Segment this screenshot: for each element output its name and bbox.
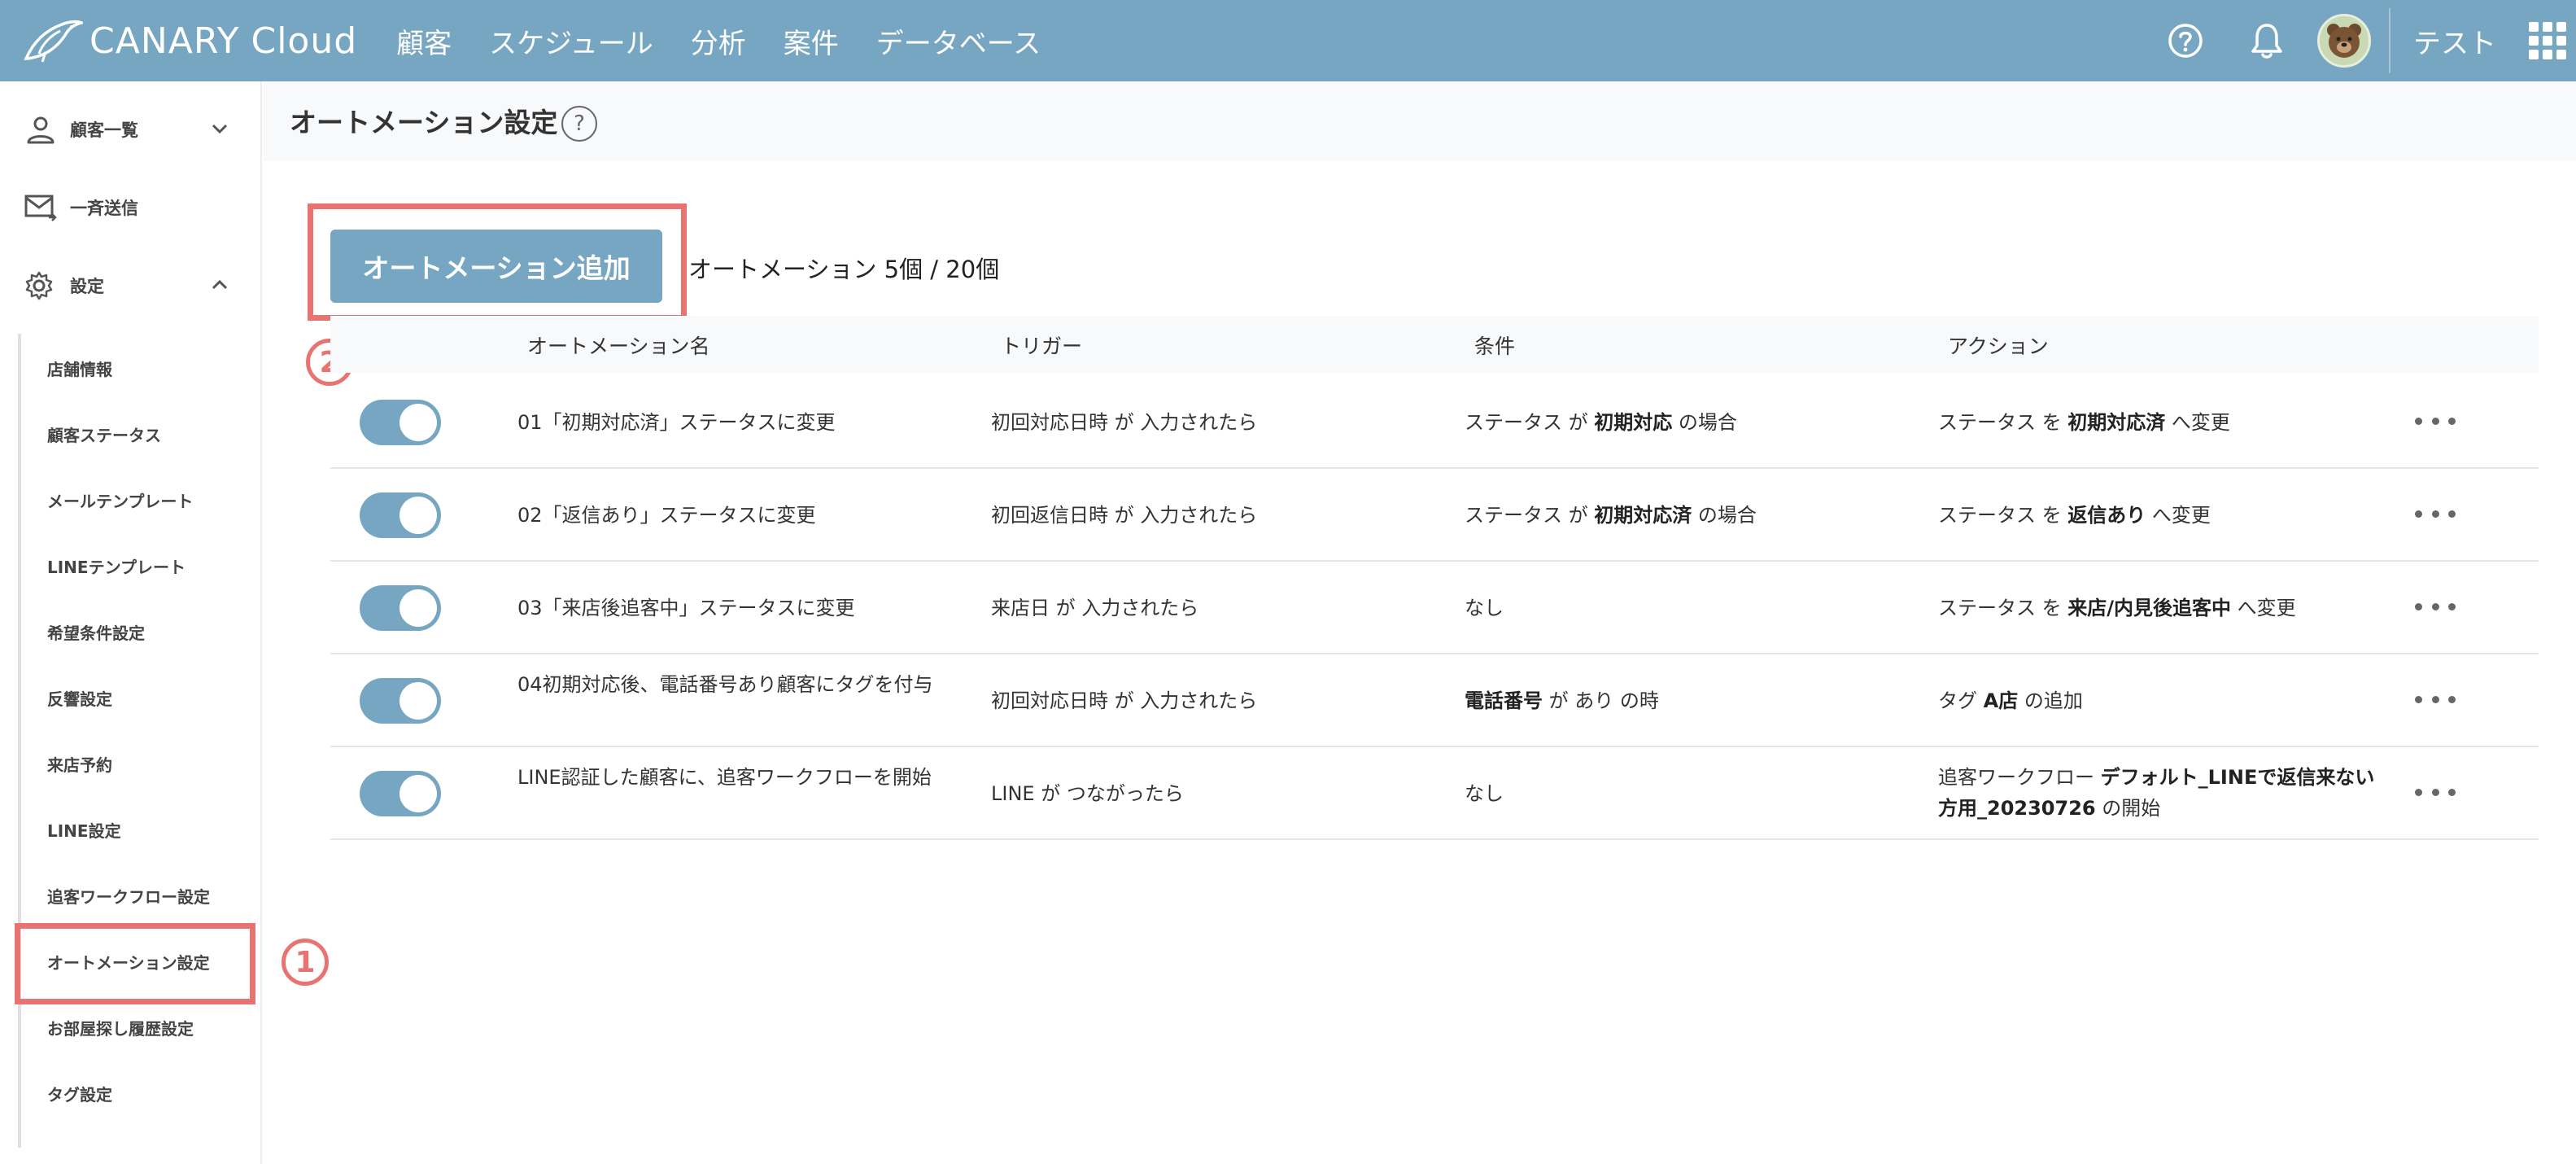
sidebar-sub-preferences[interactable]: 希望条件設定 — [47, 620, 145, 644]
nav-customers[interactable]: 顧客 — [396, 21, 452, 61]
trigger-cell: 来店日 が 入力されたら — [991, 597, 1199, 619]
more-options-icon[interactable] — [2415, 687, 2456, 711]
trigger-cell: 初回対応日時 が 入力されたら — [991, 689, 1258, 712]
brand-logo[interactable]: CANARY Cloud — [21, 0, 357, 81]
person-icon — [27, 116, 55, 144]
trigger-cell: LINE が つながったら — [991, 782, 1184, 805]
automation-name: LINE認証した顧客に、追客ワークフローを開始 — [517, 766, 932, 789]
sidebar-item-label: 設定 — [70, 277, 104, 296]
step-marker-1: 1 — [282, 939, 329, 986]
sidebar-sub-visit-booking[interactable]: 来店予約 — [47, 752, 112, 776]
sidebar-item-broadcast[interactable]: 一斉送信 — [0, 171, 262, 244]
column-header-name: オートメーション名 — [527, 335, 710, 358]
brand-name: CANARY Cloud — [90, 20, 358, 62]
nav-deals[interactable]: 案件 — [784, 21, 839, 61]
sidebar-sub-store-info[interactable]: 店舗情報 — [47, 357, 112, 380]
main-nav: 顧客 スケジュール 分析 案件 データベース — [396, 21, 1078, 61]
sidebar-sub-search-history[interactable]: お部屋探し履歴設定 — [47, 1016, 194, 1039]
action-cell: 追客ワークフロー デフォルト_LINEで返信来ない方用_20230726 の開始 — [1938, 766, 2375, 820]
table-row: LINE認証した顧客に、追客ワークフローを開始 LINE が つながったら なし… — [330, 747, 2539, 840]
add-automation-button[interactable]: オートメーション追加 — [330, 230, 662, 303]
action-cell: ステータス を 初期対応済 へ変更 — [1938, 411, 2230, 434]
user-avatar[interactable] — [2317, 14, 2371, 68]
enable-toggle[interactable] — [360, 492, 441, 538]
page-title-bar — [264, 81, 2576, 161]
top-header: CANARY Cloud 顧客 スケジュール 分析 案件 データベース テスト — [0, 0, 2576, 81]
column-header-condition: 条件 — [1474, 335, 1516, 358]
chevron-up-icon — [212, 279, 228, 290]
nav-database[interactable]: データベース — [876, 21, 1041, 61]
sidebar-item-customers[interactable]: 顧客一覧 — [0, 93, 262, 166]
enable-toggle[interactable] — [360, 771, 441, 816]
sidebar-sub-line-settings[interactable]: LINE設定 — [47, 818, 121, 842]
automation-count: オートメーション 5個 / 20個 — [688, 256, 1000, 283]
sidebar-sub-tag-settings[interactable]: タグ設定 — [47, 1082, 112, 1105]
user-name[interactable]: テスト — [2413, 21, 2496, 61]
bell-icon[interactable] — [2226, 0, 2307, 81]
trigger-cell: 初回返信日時 が 入力されたら — [991, 504, 1258, 527]
help-icon[interactable] — [2145, 0, 2226, 81]
automation-name: 01「初期対応済」ステータスに変更 — [517, 411, 836, 434]
page-help-icon[interactable]: ? — [561, 106, 597, 142]
enable-toggle[interactable] — [360, 678, 441, 724]
enable-toggle[interactable] — [360, 585, 441, 631]
sidebar-sub-line-template[interactable]: LINEテンプレート — [47, 554, 186, 578]
mail-send-icon — [24, 195, 57, 221]
sidebar-sub-customer-status[interactable]: 顧客ステータス — [47, 422, 161, 446]
action-cell: タグ A店 の追加 — [1938, 689, 2083, 712]
sidebar-item-label: 一斉送信 — [70, 199, 138, 218]
condition-cell: なし — [1465, 597, 1504, 619]
gear-icon — [25, 271, 53, 300]
condition-cell: ステータス が 初期対応 の場合 — [1465, 411, 1737, 434]
chevron-down-icon — [212, 124, 228, 134]
automation-name: 02「返信あり」ステータスに変更 — [517, 504, 816, 527]
sidebar-sub-workflow-settings[interactable]: 追客ワークフロー設定 — [47, 884, 210, 908]
table-row: 01「初期対応済」ステータスに変更 初回対応日時 が 入力されたら ステータス … — [330, 376, 2539, 469]
more-options-icon[interactable] — [2415, 780, 2456, 804]
nav-schedule[interactable]: スケジュール — [489, 21, 653, 61]
column-header-trigger: トリガー — [1001, 335, 1083, 358]
sidebar-item-label: 顧客一覧 — [70, 120, 138, 140]
submenu-guide-line — [18, 334, 21, 1148]
condition-cell: なし — [1465, 782, 1504, 805]
page-title: オートメーション設定 — [290, 107, 558, 138]
nav-analytics[interactable]: 分析 — [691, 21, 746, 61]
header-actions: テスト — [2145, 0, 2576, 81]
more-options-icon[interactable] — [2415, 501, 2456, 526]
sidebar-sub-inquiry-settings[interactable]: 反響設定 — [47, 686, 112, 710]
sidebar-sub-mail-template[interactable]: メールテンプレート — [47, 488, 193, 512]
bear-avatar-icon — [2327, 24, 2361, 58]
more-options-icon[interactable] — [2415, 594, 2456, 619]
trigger-cell: 初回対応日時 が 入力されたら — [991, 411, 1258, 434]
condition-cell: 電話番号 が あり の時 — [1465, 689, 1659, 712]
header-divider — [2389, 8, 2390, 73]
automation-name: 03「来店後追客中」ステータスに変更 — [517, 597, 855, 619]
condition-cell: ステータス が 初期対応済 の場合 — [1465, 504, 1757, 527]
column-header-action: アクション — [1948, 335, 2049, 358]
table-row: 04初期対応後、電話番号あり顧客にタグを付与 初回対応日時 が 入力されたら 電… — [330, 654, 2539, 747]
more-options-icon[interactable] — [2415, 409, 2456, 433]
apps-grid-icon[interactable] — [2529, 22, 2566, 59]
canary-bird-icon — [24, 20, 83, 63]
table-row: 02「返信あり」ステータスに変更 初回返信日時 が 入力されたら ステータス が… — [330, 469, 2539, 562]
table-row: 03「来店後追客中」ステータスに変更 来店日 が 入力されたら なし ステータス… — [330, 562, 2539, 654]
enable-toggle[interactable] — [360, 400, 441, 445]
highlight-box-automation-menu — [15, 923, 255, 1004]
action-cell: ステータス を 返信あり へ変更 — [1938, 504, 2211, 527]
sidebar-item-settings[interactable]: 設定 — [0, 249, 262, 322]
automation-name: 04初期対応後、電話番号あり顧客にタグを付与 — [517, 673, 933, 696]
action-cell: ステータス を 来店/内見後追客中 へ変更 — [1938, 597, 2296, 619]
